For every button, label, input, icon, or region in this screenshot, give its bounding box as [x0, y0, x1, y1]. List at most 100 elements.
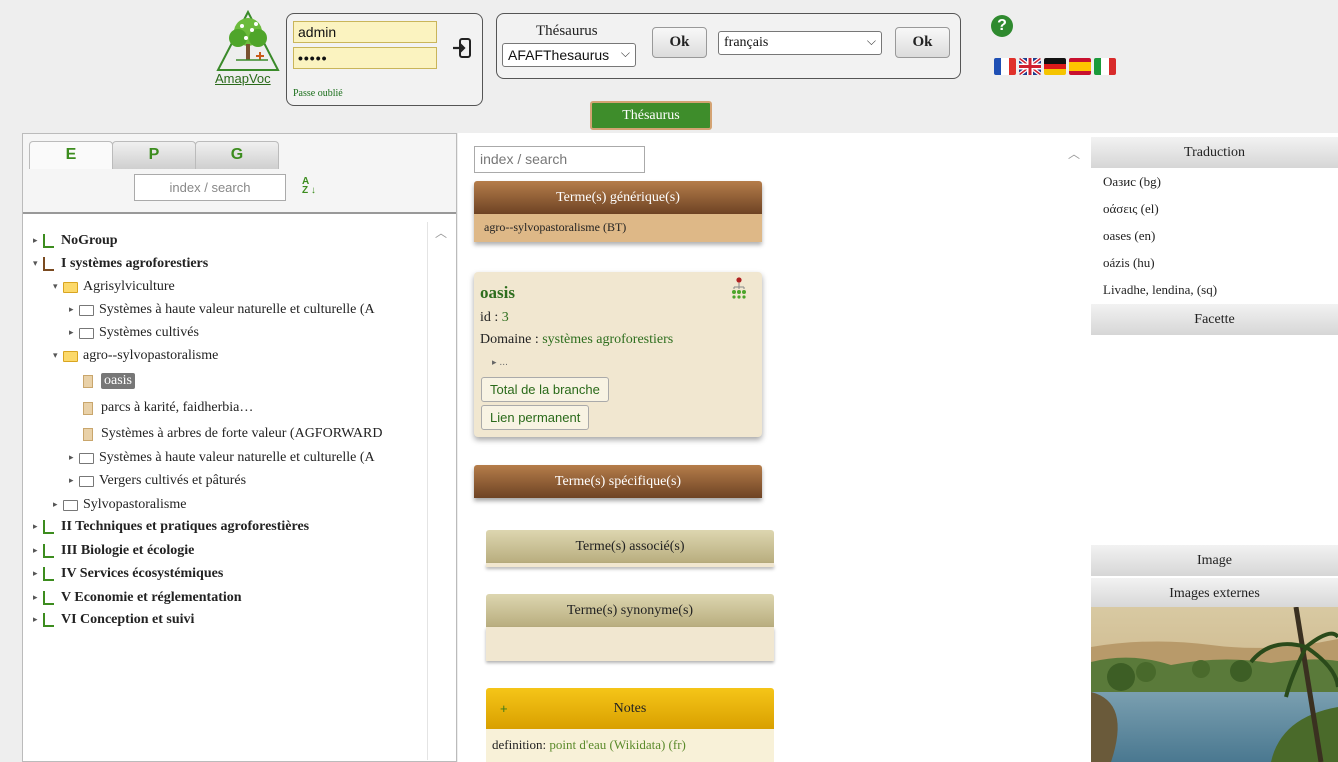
expanded-arrow-icon[interactable]: ▾ — [33, 259, 43, 269]
tree-item-label: I systèmes agroforestiers — [61, 256, 209, 271]
tree-item-label: III Biologie et écologie — [61, 543, 195, 558]
chevron-up-icon[interactable]: ︿ — [1068, 145, 1084, 165]
flag-de-icon[interactable] — [1044, 58, 1066, 75]
tree-term-row-selected[interactable]: oasis — [83, 371, 135, 391]
help-icon[interactable]: ? — [991, 15, 1013, 37]
tree-item-label: Agrisylviculture — [83, 279, 175, 294]
tree-group-row[interactable]: ▸ VI Conception et suivi — [33, 610, 194, 630]
term-id-label: id : — [480, 310, 499, 325]
thesaurus-select[interactable]: AFAFThesaurus ⌵ — [502, 43, 636, 67]
tree-item-label: agro--sylvopastoralisme — [83, 348, 219, 363]
collapsed-arrow-icon[interactable]: ▸ — [33, 569, 43, 579]
broader-terms-header[interactable]: Terme(s) générique(s) — [474, 181, 762, 214]
tree-group-row[interactable]: ▸ NoGroup — [33, 231, 118, 251]
tree-folder-row[interactable]: ▾ Agrisylviculture — [53, 277, 175, 297]
collapsed-arrow-icon[interactable]: ▸ — [33, 593, 43, 603]
chevron-up-icon[interactable]: ︿ — [435, 224, 447, 241]
folder-icon — [63, 499, 78, 511]
tree-group-row[interactable]: ▸ III Biologie et écologie — [33, 541, 194, 561]
related-terms-body — [486, 563, 774, 567]
collapsed-arrow-icon[interactable]: ▸ — [53, 500, 63, 510]
group-icon — [43, 544, 54, 558]
term-id: id : 3 — [480, 310, 509, 326]
external-images-header[interactable]: Images externes — [1091, 578, 1338, 609]
login-panel: admin ••••• Passe oublié — [286, 13, 483, 106]
notes-body: definition: point d'eau (Wikidata) (fr) — [486, 729, 774, 762]
expanded-arrow-icon[interactable]: ▾ — [53, 282, 63, 292]
term-id-value: 3 — [501, 310, 509, 325]
term-domain-link[interactable]: systèmes agroforestiers — [542, 332, 673, 347]
login-icon[interactable] — [450, 36, 474, 60]
tree-item-label: II Techniques et pratiques agroforestièr… — [61, 519, 310, 534]
notes-header[interactable]: + Notes — [486, 688, 774, 729]
flag-es-icon[interactable] — [1069, 58, 1091, 75]
hierarchy-icon[interactable] — [732, 277, 746, 299]
expanded-arrow-icon[interactable]: ▾ — [53, 351, 63, 361]
tree-group-row[interactable]: ▸ V Economie et réglementation — [33, 588, 242, 608]
collapsed-arrow-icon[interactable]: ▸ — [33, 615, 43, 625]
tree-item-label: Systèmes cultivés — [99, 325, 199, 340]
synonym-terms-header[interactable]: Terme(s) synonyme(s) — [486, 594, 774, 627]
tree-group-row[interactable]: ▸ II Techniques et pratiques agroforesti… — [33, 517, 309, 537]
branch-total-button[interactable]: Total de la branche — [481, 377, 609, 402]
tree-item-label: oasis — [101, 373, 135, 389]
sort-az-icon[interactable]: AZ ↓ — [302, 177, 316, 196]
tree-folder-row[interactable]: ▾ agro--sylvopastoralisme — [53, 346, 218, 366]
translation-header[interactable]: Traduction — [1091, 137, 1338, 168]
tree-folder-row[interactable]: ▸ Systèmes à haute valeur naturelle et c… — [69, 448, 375, 468]
folder-icon — [79, 304, 94, 316]
folder-open-icon — [63, 281, 78, 293]
tab-hierarchy[interactable]: E — [29, 141, 113, 169]
tree-folder-row[interactable]: ▸ Vergers cultivés et pâturés — [69, 471, 246, 491]
language-select-value: français — [724, 35, 769, 50]
facet-header[interactable]: Facette — [1091, 304, 1338, 335]
collapsed-arrow-icon[interactable]: ▸ — [69, 328, 79, 338]
tree-term-row[interactable]: parcs à karité, faidherbia… — [83, 398, 253, 418]
tab-search[interactable]: P — [112, 141, 196, 169]
right-panel: Traduction Оазис (bg) οάσεις (el) oases … — [1091, 133, 1338, 762]
collapsed-arrow-icon[interactable]: ▸ — [69, 476, 79, 486]
flag-fr-icon[interactable] — [994, 58, 1016, 75]
thesaurus-selector-panel: Thésaurus AFAFThesaurus ⌵ Ok français ⌵ … — [496, 13, 961, 79]
tree-item-label: Systèmes à arbres de forte valeur (AGFOR… — [101, 426, 383, 441]
external-oasis-image[interactable] — [1091, 607, 1338, 762]
collapsed-arrow-icon[interactable]: ▸ — [33, 236, 43, 246]
amapvoc-logo[interactable]: AmapVoc — [212, 8, 284, 92]
image-header[interactable]: Image — [1091, 545, 1338, 576]
related-terms-header[interactable]: Terme(s) associé(s) — [486, 530, 774, 563]
narrower-terms-header[interactable]: Terme(s) spécifique(s) — [474, 465, 762, 498]
term-title: oasis — [480, 283, 515, 302]
tree-folder-row[interactable]: ▸ Systèmes cultivés — [69, 323, 199, 343]
collapsed-arrow-icon[interactable]: ▸ — [69, 305, 79, 315]
flag-it-icon[interactable] — [1094, 58, 1116, 75]
tab-groups[interactable]: G — [195, 141, 279, 169]
logo-text: AmapVoc — [215, 71, 271, 86]
center-search-input[interactable]: index / search — [474, 146, 645, 173]
language-select[interactable]: français ⌵ — [718, 31, 882, 55]
chevron-down-icon: ⌵ — [620, 46, 630, 60]
add-note-icon[interactable]: + — [500, 688, 508, 729]
thesaurus-ok-button[interactable]: Ok — [652, 27, 707, 58]
tab-thesaurus[interactable]: Thésaurus — [590, 101, 712, 130]
tree-group-row[interactable]: ▸ IV Services écosystémiques — [33, 564, 223, 584]
language-ok-button[interactable]: Ok — [895, 27, 950, 58]
forgot-password-link[interactable]: Passe oublié — [293, 88, 343, 99]
folder-open-icon — [63, 350, 78, 362]
collapsed-arrow-icon[interactable]: ▸ — [69, 453, 79, 463]
username-field[interactable]: admin — [293, 21, 437, 43]
broader-term-link[interactable]: agro--sylvopastoralisme (BT) — [474, 214, 762, 242]
flag-en-icon[interactable] — [1019, 58, 1041, 75]
password-field[interactable]: ••••• — [293, 47, 437, 69]
tree-group-row[interactable]: ▾ I systèmes agroforestiers — [33, 254, 208, 274]
chevron-down-icon: ⌵ — [866, 34, 876, 48]
tree-folder-row[interactable]: ▸ Systèmes à haute valeur naturelle et c… — [69, 300, 375, 320]
collapsed-arrow-icon[interactable]: ▸ — [33, 522, 43, 532]
permalink-button[interactable]: Lien permanent — [481, 405, 590, 430]
group-icon — [43, 234, 54, 248]
tree-term-row[interactable]: Systèmes à arbres de forte valeur (AGFOR… — [83, 424, 383, 444]
collapsed-arrow-icon[interactable]: ▸ — [33, 546, 43, 556]
tree-scrollbar[interactable]: ︿ — [427, 222, 455, 760]
tree-folder-row[interactable]: ▸ Sylvopastoralisme — [53, 495, 186, 515]
term-more-toggle[interactable]: ▸ ... — [492, 358, 508, 368]
tree-search-input[interactable]: index / search — [134, 174, 286, 201]
